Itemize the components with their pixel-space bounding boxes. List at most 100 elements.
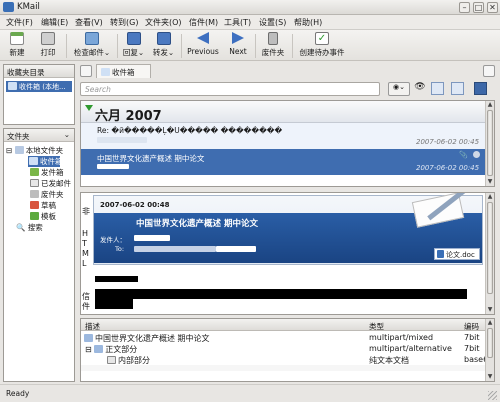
folder-panel: 文件夹 ⌄ ⊟ 本地文件夹 收件箱 发件箱 已发邮件 废件夹 草稿 模板 🔍 搜…: [3, 128, 75, 382]
mime-parts-panel: 描述 类型 编码 中国世界文化遗产概述 期中论文 multipart/mixed…: [80, 318, 495, 382]
next-button[interactable]: Next: [226, 32, 250, 56]
menu-settings[interactable]: 设置(S): [259, 17, 286, 28]
scroll-down-icon[interactable]: ▼: [486, 373, 494, 381]
trash-icon: [30, 190, 39, 198]
folder-header: 文件夹 ⌄: [4, 129, 74, 142]
scroll-up-icon[interactable]: ▲: [486, 319, 494, 327]
create-todo-button[interactable]: ✓ 创建待办事件: [297, 32, 347, 58]
scroll-thumb[interactable]: [487, 110, 493, 176]
folder-icon: [94, 345, 104, 353]
attachment-icon: 📎: [459, 151, 468, 159]
arrow-left-icon: [197, 32, 209, 44]
close-button[interactable]: ✕: [487, 2, 498, 13]
status-bar: Ready: [0, 384, 500, 402]
toolbar: 新建 打印 检查邮件⌄ 回复⌄ 转发⌄ Previous Next 废件夹 ✓ …: [0, 30, 500, 61]
new-tab-icon[interactable]: [80, 65, 92, 77]
previous-button[interactable]: Previous: [186, 32, 220, 56]
mime-row[interactable]: 内部部分 纯文本文档 base6: [81, 354, 488, 365]
menu-edit[interactable]: 编辑(E): [41, 17, 68, 28]
menu-tools[interactable]: 工具(T): [224, 17, 251, 28]
message-list: 六月 2007 Re: �й�����Ļ�U����� �������� 200…: [80, 100, 495, 187]
scroll-thumb[interactable]: [487, 328, 493, 358]
printer-icon: [41, 32, 55, 45]
kmail-app-icon: [3, 2, 14, 12]
tree-local-folders[interactable]: ⊟ 本地文件夹: [6, 145, 63, 156]
scroll-up-icon[interactable]: ▲: [486, 101, 494, 109]
message-part-icon: [84, 334, 93, 342]
chevron-down-icon[interactable]: ⌄: [64, 130, 70, 139]
menu-help[interactable]: 帮助(H): [294, 17, 322, 28]
reply-button[interactable]: 回复⌄: [121, 32, 146, 58]
inbox-icon: [8, 82, 17, 90]
outbox-icon: [30, 168, 39, 176]
toolbar-separator: [117, 34, 118, 58]
close-tab-icon[interactable]: [483, 65, 495, 77]
reader-pane: 非 H T M L 信 件 2007-06-02 00:48 中国世界文化遗产概…: [80, 192, 495, 315]
toolbar-separator: [66, 34, 67, 58]
tab-inbox[interactable]: 收件箱: [96, 64, 151, 78]
tree-search[interactable]: 🔍 搜索: [16, 222, 43, 233]
new-button[interactable]: 新建: [6, 32, 28, 58]
group-expand-icon[interactable]: [85, 105, 93, 111]
favorites-panel: 收藏夹目录 收件箱 (本地...: [3, 64, 75, 125]
scroll-up-icon[interactable]: ▲: [486, 193, 494, 201]
sort-order-icon[interactable]: [451, 82, 464, 95]
reply-icon: [126, 32, 141, 45]
favorites-header: 收藏夹目录: [4, 65, 74, 78]
reader-scrollbar[interactable]: ▲ ▼: [485, 193, 494, 314]
status-filter-icon[interactable]: ◉⌄: [388, 82, 410, 96]
check-mail-icon: [85, 32, 99, 45]
forward-button[interactable]: 转发⌄: [151, 32, 176, 58]
collapse-icon[interactable]: ⊟: [85, 345, 92, 354]
attachment-link[interactable]: 论文.doc: [434, 248, 480, 260]
mime-row[interactable]: ⊟ 正文部分 multipart/alternative 7bit: [81, 343, 485, 354]
mime-header: 描述 类型 编码: [81, 319, 485, 331]
favorite-inbox[interactable]: 收件箱 (本地...: [6, 81, 72, 92]
date-group-header: 六月 2007: [81, 101, 485, 124]
mime-scrollbar[interactable]: ▲ ▼: [485, 319, 494, 381]
tree-trash[interactable]: 废件夹: [30, 189, 64, 200]
message-list-scrollbar[interactable]: ▲ ▼: [485, 101, 494, 186]
menu-message[interactable]: 信件(M): [189, 17, 218, 28]
tree-templates[interactable]: 模板: [30, 211, 56, 222]
toolbar-separator: [181, 34, 182, 58]
sent-mail-icon: [30, 179, 39, 187]
collapse-icon[interactable]: ⊟: [6, 146, 12, 155]
message-row-selected[interactable]: 中国世界文化遗产概述 期中论文 📎 2007-06-02 00:45: [81, 149, 485, 175]
tree-drafts[interactable]: 草稿: [30, 200, 56, 211]
mime-row[interactable]: 中国世界文化遗产概述 期中论文 multipart/mixed 7bit: [81, 332, 485, 343]
search-input[interactable]: Search: [80, 82, 380, 96]
forward-icon: [156, 32, 171, 45]
new-mail-icon: [10, 32, 24, 45]
minimize-button[interactable]: –: [459, 2, 470, 13]
menu-folder[interactable]: 文件夹(O): [145, 17, 182, 28]
trash-button[interactable]: 废件夹: [259, 32, 287, 58]
menu-go[interactable]: 转到(G): [110, 17, 138, 28]
toolbar-separator: [255, 34, 256, 58]
tree-inbox[interactable]: 收件箱: [28, 156, 63, 167]
tree-outbox[interactable]: 发件箱: [30, 167, 64, 178]
binoculars-icon[interactable]: 👁: [413, 82, 427, 96]
message-header-card: 2007-06-02 00:48 中国世界文化遗产概述 期中论文 发件人： To…: [93, 193, 483, 265]
print-button[interactable]: 打印: [37, 32, 59, 58]
theme-icon[interactable]: [474, 82, 487, 95]
menu-view[interactable]: 查看(V): [75, 17, 103, 28]
toolbar-separator: [292, 34, 293, 58]
message-row[interactable]: Re: �й�����Ļ�U����� �������� 2007-06-02 …: [81, 123, 485, 149]
folder-icon: [14, 146, 24, 154]
drafts-icon: [30, 201, 39, 209]
doc-icon: [437, 250, 444, 258]
maximize-button[interactable]: □: [473, 2, 484, 13]
scroll-down-icon[interactable]: ▼: [486, 306, 494, 314]
scroll-down-icon[interactable]: ▼: [486, 178, 494, 186]
resize-grip-icon[interactable]: [488, 391, 497, 400]
view-mode-icon[interactable]: [431, 82, 444, 95]
scroll-thumb[interactable]: [487, 202, 493, 294]
inbox-icon: [101, 68, 110, 76]
title-bar: KMail – □ ✕: [0, 0, 500, 15]
inbox-icon: [29, 157, 38, 165]
window-title: KMail: [17, 2, 40, 12]
check-mail-button[interactable]: 检查邮件⌄: [72, 32, 112, 58]
menu-file[interactable]: 文件(F): [6, 17, 33, 28]
tree-sent[interactable]: 已发邮件: [30, 178, 71, 189]
